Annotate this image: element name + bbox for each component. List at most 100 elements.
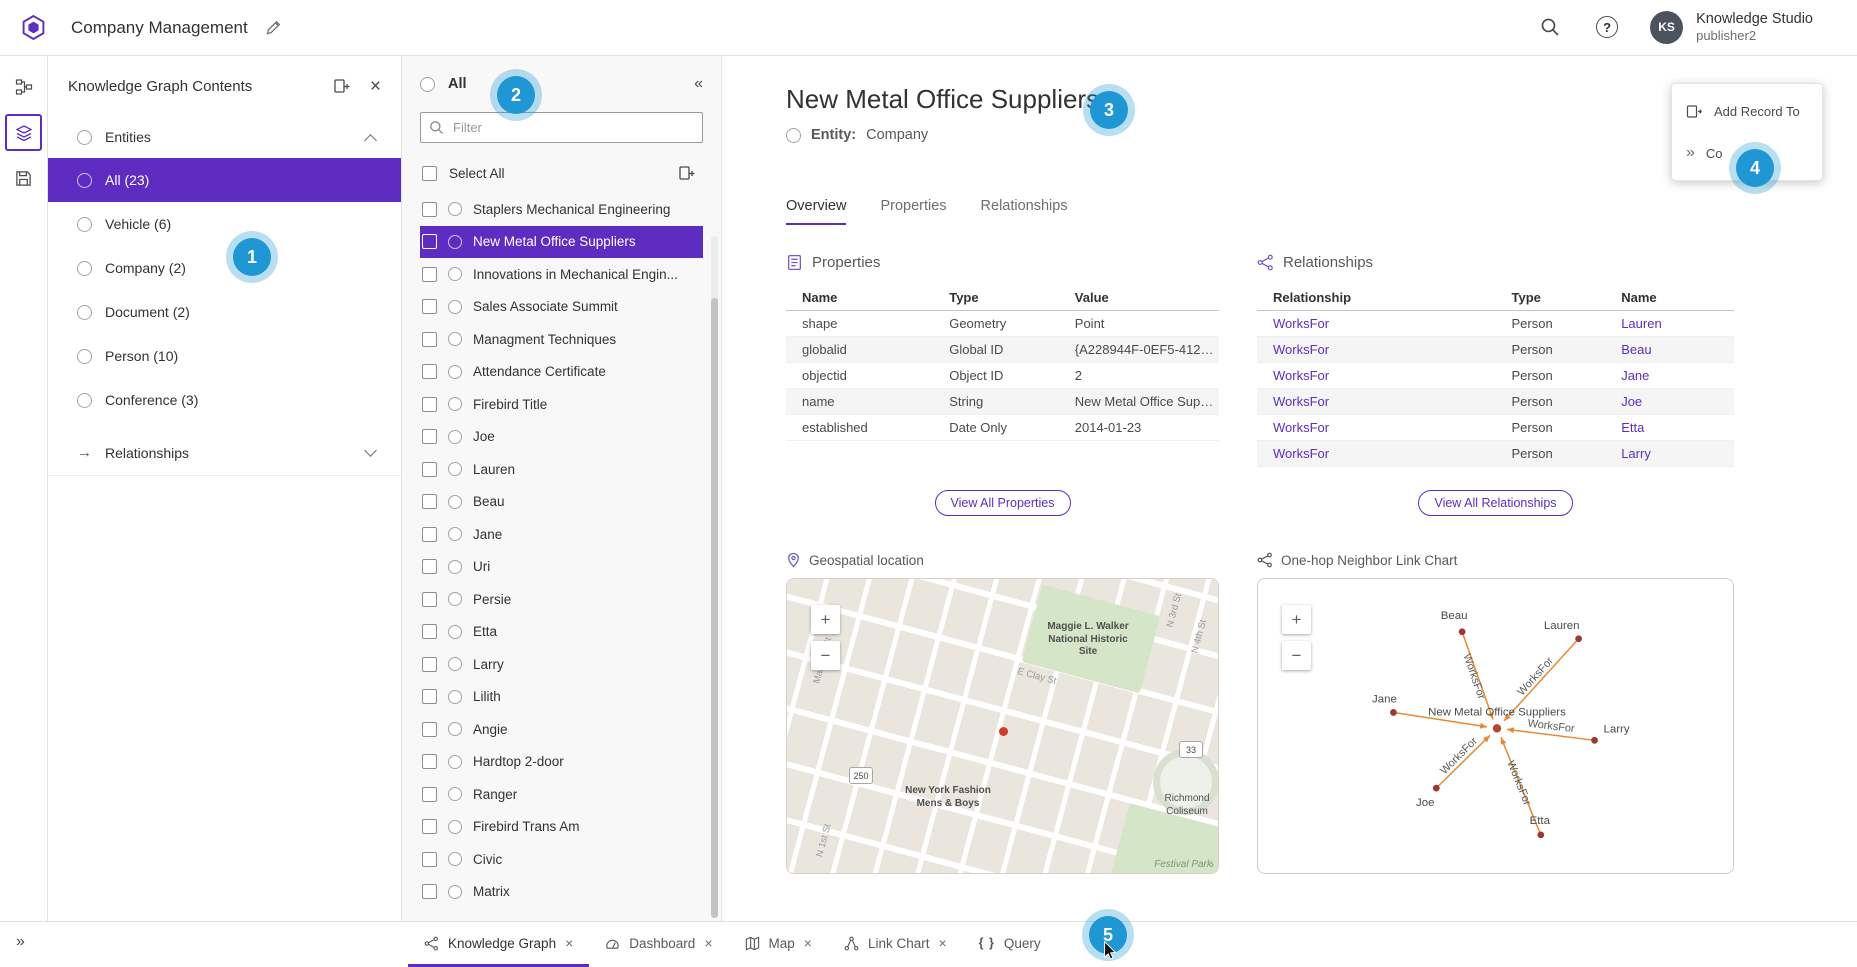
record-checkbox[interactable] — [422, 494, 437, 509]
close-panel-icon[interactable]: × — [370, 77, 381, 96]
relationship-type-link[interactable]: WorksFor — [1257, 420, 1496, 435]
map-attribution-toggle[interactable]: › — [1210, 859, 1214, 871]
view-tab-map[interactable]: Map × — [729, 922, 828, 967]
entity-record-item[interactable]: Ranger — [420, 778, 703, 811]
view-tab-query[interactable]: { } Query — [963, 922, 1057, 967]
related-entity-link[interactable]: Beau — [1605, 342, 1734, 357]
entity-record-item[interactable]: Uri — [420, 551, 703, 584]
zoom-out-button[interactable]: − — [1282, 641, 1311, 670]
entity-record-item[interactable]: Firebird Trans Am — [420, 811, 703, 844]
entity-record-item[interactable]: New Metal Office Suppliers — [420, 226, 703, 259]
scrollbar-thumb[interactable] — [711, 298, 718, 918]
entity-record-item[interactable]: Lilith — [420, 681, 703, 714]
relationship-type-link[interactable]: WorksFor — [1257, 342, 1496, 357]
add-item-icon[interactable] — [328, 72, 356, 100]
node-larry[interactable] — [1591, 737, 1598, 744]
collapse-panel-icon[interactable]: « — [694, 75, 703, 93]
record-checkbox[interactable] — [422, 332, 437, 347]
record-checkbox[interactable] — [422, 397, 437, 412]
entity-record-item[interactable]: Civic — [420, 843, 703, 876]
view-tab-knowledge-graph[interactable]: Knowledge Graph × — [408, 922, 589, 967]
record-checkbox[interactable] — [422, 267, 437, 282]
filter-input[interactable] — [420, 112, 703, 143]
expand-rail-icon[interactable]: » — [16, 933, 25, 951]
relationship-type-link[interactable]: WorksFor — [1257, 316, 1496, 331]
related-entity-link[interactable]: Joe — [1605, 394, 1734, 409]
tab-relationships[interactable]: Relationships — [981, 198, 1068, 225]
select-all-checkbox[interactable] — [422, 166, 437, 181]
map[interactable]: Maggie L. Walker National Historic Site … — [786, 578, 1219, 874]
relationship-type-link[interactable]: WorksFor — [1257, 446, 1496, 461]
rail-layers-icon[interactable] — [5, 114, 42, 151]
entity-record-item[interactable]: Angie — [420, 713, 703, 746]
record-checkbox[interactable] — [422, 462, 437, 477]
app-logo-icon[interactable] — [20, 14, 48, 42]
record-checkbox[interactable] — [422, 559, 437, 574]
zoom-in-button[interactable]: + — [1282, 605, 1311, 634]
help-icon[interactable]: ? — [1596, 16, 1618, 38]
close-tab-icon[interactable]: × — [804, 936, 812, 950]
entity-record-item[interactable]: Managment Techniques — [420, 323, 703, 356]
entity-type-item[interactable]: Vehicle (6) — [48, 202, 401, 246]
record-checkbox[interactable] — [422, 234, 437, 249]
entity-type-item[interactable]: Document (2) — [48, 290, 401, 334]
related-entity-link[interactable]: Larry — [1605, 446, 1734, 461]
record-checkbox[interactable] — [422, 884, 437, 899]
node-lauren[interactable] — [1575, 635, 1582, 642]
close-tab-icon[interactable]: × — [704, 936, 712, 950]
view-all-properties-button[interactable]: View All Properties — [935, 490, 1071, 516]
relationship-type-link[interactable]: WorksFor — [1257, 394, 1496, 409]
entities-section-header[interactable]: Entities — [48, 116, 401, 158]
entity-record-item[interactable]: Etta — [420, 616, 703, 649]
entity-record-item[interactable]: Sales Associate Summit — [420, 291, 703, 324]
entity-record-item[interactable]: Lauren — [420, 453, 703, 486]
tab-overview[interactable]: Overview — [786, 198, 846, 225]
relationship-type-link[interactable]: WorksFor — [1257, 368, 1496, 383]
zoom-in-button[interactable]: + — [811, 605, 840, 634]
entity-type-item[interactable]: All (23) — [48, 158, 401, 202]
record-checkbox[interactable] — [422, 364, 437, 379]
record-checkbox[interactable] — [422, 722, 437, 737]
node-beau[interactable] — [1459, 628, 1466, 635]
record-checkbox[interactable] — [422, 624, 437, 639]
view-all-relationships-button[interactable]: View All Relationships — [1418, 490, 1572, 516]
view-tab-dashboard[interactable]: Dashboard × — [589, 922, 728, 967]
zoom-out-button[interactable]: − — [811, 641, 840, 670]
one-hop-link-chart[interactable]: WorksFor WorksFor WorksFor WorksFor Work… — [1257, 578, 1734, 874]
entity-record-item[interactable]: Matrix — [420, 876, 703, 909]
entity-record-item[interactable]: Attendance Certificate — [420, 356, 703, 389]
entity-record-item[interactable]: Jane — [420, 518, 703, 551]
related-entity-link[interactable]: Etta — [1605, 420, 1734, 435]
record-checkbox[interactable] — [422, 689, 437, 704]
rail-schema-icon[interactable] — [5, 68, 42, 105]
record-checkbox[interactable] — [422, 657, 437, 672]
map-marker[interactable] — [999, 727, 1008, 736]
record-checkbox[interactable] — [422, 202, 437, 217]
entity-type-item[interactable]: Person (10) — [48, 334, 401, 378]
record-checkbox[interactable] — [422, 429, 437, 444]
related-entity-link[interactable]: Lauren — [1605, 316, 1734, 331]
entity-type-item[interactable]: Conference (3) — [48, 378, 401, 422]
entity-record-item[interactable]: Firebird Title — [420, 388, 703, 421]
related-entity-link[interactable]: Jane — [1605, 368, 1734, 383]
add-record-icon[interactable] — [673, 159, 701, 187]
view-tab-link-chart[interactable]: Link Chart × — [828, 922, 963, 967]
entity-record-item[interactable]: Joe — [420, 421, 703, 454]
node-etta[interactable] — [1537, 832, 1544, 839]
scrollbar-track[interactable] — [711, 236, 718, 915]
record-checkbox[interactable] — [422, 299, 437, 314]
entity-record-item[interactable]: Beau — [420, 486, 703, 519]
edit-title-icon[interactable] — [260, 14, 288, 42]
close-tab-icon[interactable]: × — [938, 936, 946, 950]
entity-record-item[interactable]: Hardtop 2-door — [420, 746, 703, 779]
entity-record-item[interactable]: Persie — [420, 583, 703, 616]
avatar[interactable]: KS — [1650, 11, 1683, 44]
entity-type-item[interactable]: Company (2) — [48, 246, 401, 290]
entity-record-item[interactable]: Innovations in Mechanical Engin... — [420, 258, 703, 291]
record-checkbox[interactable] — [422, 819, 437, 834]
record-checkbox[interactable] — [422, 852, 437, 867]
record-checkbox[interactable] — [422, 592, 437, 607]
node-jane[interactable] — [1390, 709, 1397, 716]
rail-save-icon[interactable] — [5, 160, 42, 197]
node-center[interactable] — [1493, 724, 1501, 732]
